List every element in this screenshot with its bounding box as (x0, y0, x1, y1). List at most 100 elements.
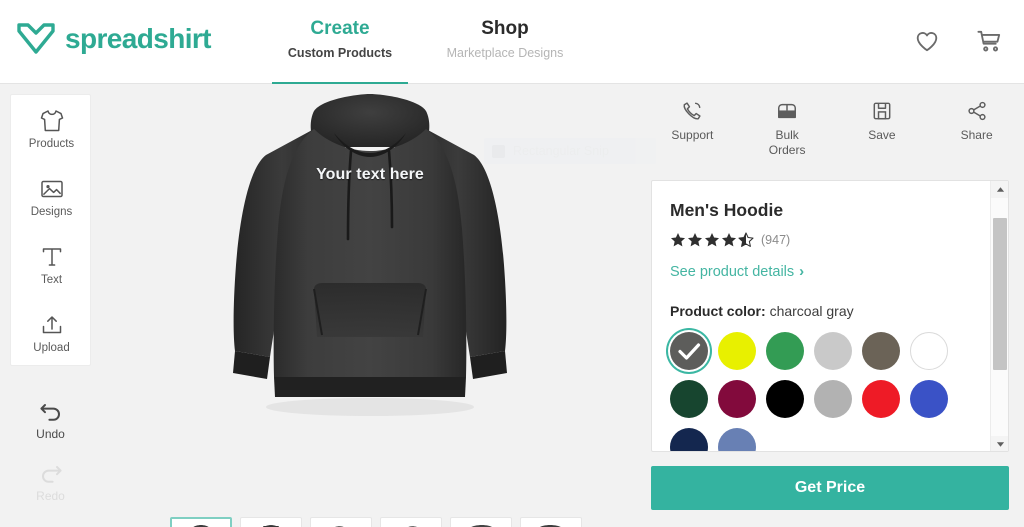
swatch-cell (910, 331, 958, 370)
product-title: Men's Hoodie (670, 200, 784, 220)
product-rating: (947) (670, 232, 990, 248)
phone-support-icon (683, 102, 701, 120)
site-header: spreadshirt Create Custom Products Shop … (0, 0, 1024, 85)
color-swatch-maroon[interactable] (718, 379, 756, 418)
color-swatch-kelly-green[interactable] (766, 331, 804, 370)
scrollbar-track[interactable] (991, 198, 1008, 436)
undo-button-label: Undo (36, 427, 65, 441)
swatch-cell (718, 379, 766, 418)
brand-logo[interactable]: spreadshirt (16, 21, 212, 57)
swatch-cell (718, 331, 766, 370)
view-thumb-left-box (380, 517, 442, 527)
color-swatch-steel-blue[interactable] (718, 427, 756, 451)
sidebar-item-upload-label: Upload (33, 341, 70, 354)
save-button-label: Save (868, 128, 896, 142)
color-swatch-neon-yellow[interactable] (718, 331, 756, 370)
wishlist-heart-icon[interactable] (914, 28, 940, 54)
product-actions-toolbar: Support Bulk Orders Save Share (645, 96, 1024, 172)
hoodie-left-thumb-icon (408, 526, 417, 527)
color-swatch-light-heather-gray[interactable] (814, 331, 852, 370)
color-swatch-royal-blue[interactable] (910, 379, 948, 418)
see-product-details-link[interactable]: See product details › (670, 263, 990, 280)
star-full-icon (704, 232, 720, 247)
color-swatch-dark-olive[interactable] (862, 331, 900, 370)
swatch-cell (670, 379, 718, 418)
floppy-save-icon (873, 102, 891, 120)
swatch-cell (670, 331, 718, 370)
see-product-details-label: See product details (670, 263, 795, 280)
view-thumb-right[interactable]: Right (307, 517, 375, 527)
share-button[interactable]: Share (929, 96, 1024, 172)
snip-icon (492, 144, 505, 158)
product-info-card: Men's Hoodie (947) See product details ›… (651, 180, 1009, 452)
bulk-orders-button[interactable]: Bulk Orders (740, 96, 835, 172)
nav-tab-create-title: Create (310, 18, 370, 39)
sidebar-item-products-label: Products (28, 137, 75, 150)
redo-button: Redo (10, 452, 91, 514)
view-thumb-back[interactable]: Back (237, 517, 305, 527)
tshirt-icon (40, 109, 63, 131)
product-color-label: Product color: charcoal gray (670, 303, 990, 319)
nav-tab-shop[interactable]: Shop Marketplace Designs (430, 16, 580, 62)
save-button[interactable]: Save (835, 96, 930, 172)
color-swatch-charcoal-gray[interactable] (670, 331, 708, 370)
sidebar-item-products[interactable]: Products (11, 95, 92, 163)
star-full-icon (721, 232, 737, 247)
rectangular-snip-overlay: Rectangular Snip (484, 138, 656, 164)
share-nodes-icon (968, 101, 986, 121)
color-swatch-navy[interactable] (670, 427, 708, 451)
swatch-cell (766, 331, 814, 370)
hoodie-front-illustration (233, 94, 507, 416)
support-button-label: Support (671, 128, 714, 142)
shopping-cart-icon[interactable] (976, 28, 1002, 54)
sidebar-item-text-label: Text (40, 273, 63, 286)
star-full-icon (670, 232, 686, 247)
swatch-cell (910, 379, 958, 418)
scrollbar-thumb[interactable] (993, 218, 1007, 370)
swatch-cell (814, 379, 862, 418)
sidebar-item-upload[interactable]: Upload (11, 299, 92, 367)
view-thumb-back-box (240, 517, 302, 527)
swatch-cell (670, 427, 718, 451)
image-icon (40, 180, 63, 197)
hood-right-thumb-icon (471, 525, 493, 527)
redo-arrow-icon (41, 466, 62, 483)
view-thumb-hood-left-box (520, 517, 582, 527)
product-card-scrollbar[interactable] (990, 181, 1008, 451)
view-thumb-left[interactable]: Left (377, 517, 445, 527)
hood-left-thumb-icon (539, 525, 561, 527)
scroll-down-button[interactable] (991, 436, 1008, 451)
header-icon-group (914, 28, 1002, 54)
swatch-cell (766, 379, 814, 418)
color-swatch-black[interactable] (766, 379, 804, 418)
share-button-label: Share (960, 128, 993, 142)
support-button[interactable]: Support (645, 96, 740, 172)
view-thumb-front[interactable]: Front (167, 517, 235, 527)
nav-tab-create[interactable]: Create Custom Products (270, 16, 410, 62)
color-swatch-red[interactable] (862, 379, 900, 418)
brand-name: spreadshirt (65, 23, 212, 54)
chevron-right-icon: › (799, 263, 805, 280)
check-icon (678, 342, 701, 360)
view-thumb-hood-right[interactable]: Hood right (447, 517, 515, 527)
design-text-element[interactable]: Your text here (210, 166, 530, 184)
scroll-up-button[interactable] (991, 181, 1008, 198)
hoodie-right-thumb-icon (335, 526, 344, 527)
color-swatch-forest-green[interactable] (670, 379, 708, 418)
sidebar-item-designs[interactable]: Designs (11, 163, 92, 231)
upload-icon (42, 315, 61, 333)
hoodie-back-thumb-icon (263, 525, 279, 527)
color-swatch-white[interactable] (910, 331, 948, 370)
product-card-content: Men's Hoodie (947) See product details ›… (652, 181, 990, 451)
product-view-thumbnails: Front Back Right (167, 517, 585, 527)
undo-button[interactable]: Undo (10, 390, 91, 452)
design-canvas[interactable]: Your text here Rectangular Snip Front (100, 84, 656, 527)
color-swatch-gray[interactable] (814, 379, 852, 418)
sidebar-item-text[interactable]: Text (11, 231, 92, 299)
tools-sidebar: Products Designs Text Upload (10, 94, 91, 366)
heart-diamond-logo-icon (17, 23, 55, 54)
nav-tab-shop-subtitle: Marketplace Designs (446, 46, 564, 60)
get-price-button[interactable]: Get Price (651, 466, 1009, 510)
text-t-icon (42, 247, 61, 266)
view-thumb-hood-left[interactable]: Hood left (517, 517, 585, 527)
